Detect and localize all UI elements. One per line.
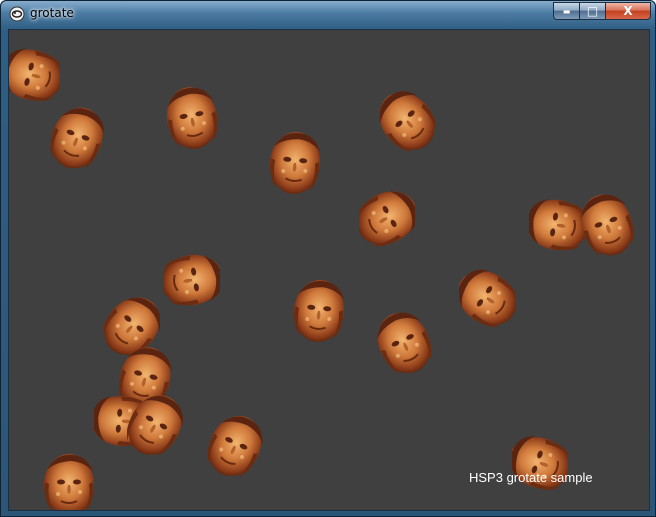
close-button[interactable]: X xyxy=(605,2,651,20)
face-sprite xyxy=(512,430,568,496)
minimize-icon: ▬ xyxy=(562,6,571,16)
face-sprite xyxy=(9,42,60,108)
minimize-button[interactable]: ▬ xyxy=(553,2,580,20)
face-sprite xyxy=(529,193,585,257)
close-icon: X xyxy=(623,4,633,18)
face-sprite xyxy=(49,105,105,171)
hsp-app-icon xyxy=(9,6,25,22)
face-sprite xyxy=(207,413,263,479)
maximize-icon: □ xyxy=(586,4,599,18)
face-sprite xyxy=(267,130,323,196)
face-sprite xyxy=(291,278,347,344)
app-window: grotate ▬ □ X HSP3 grotate sample xyxy=(0,0,656,517)
face-sprite xyxy=(164,248,220,312)
title-bar[interactable]: grotate ▬ □ X xyxy=(1,1,655,28)
face-sprite xyxy=(579,192,635,258)
face-sprite xyxy=(376,310,432,376)
window-title: grotate xyxy=(30,6,74,20)
face-sprite xyxy=(127,392,183,458)
face-sprite xyxy=(164,85,220,151)
face-sprite xyxy=(379,88,435,154)
face-sprite xyxy=(459,265,515,331)
face-sprite xyxy=(359,185,415,251)
sample-caption: HSP3 grotate sample xyxy=(469,470,593,485)
canvas-area[interactable]: HSP3 grotate sample xyxy=(8,29,650,511)
maximize-button[interactable]: □ xyxy=(579,2,606,20)
face-sprite xyxy=(43,453,95,510)
